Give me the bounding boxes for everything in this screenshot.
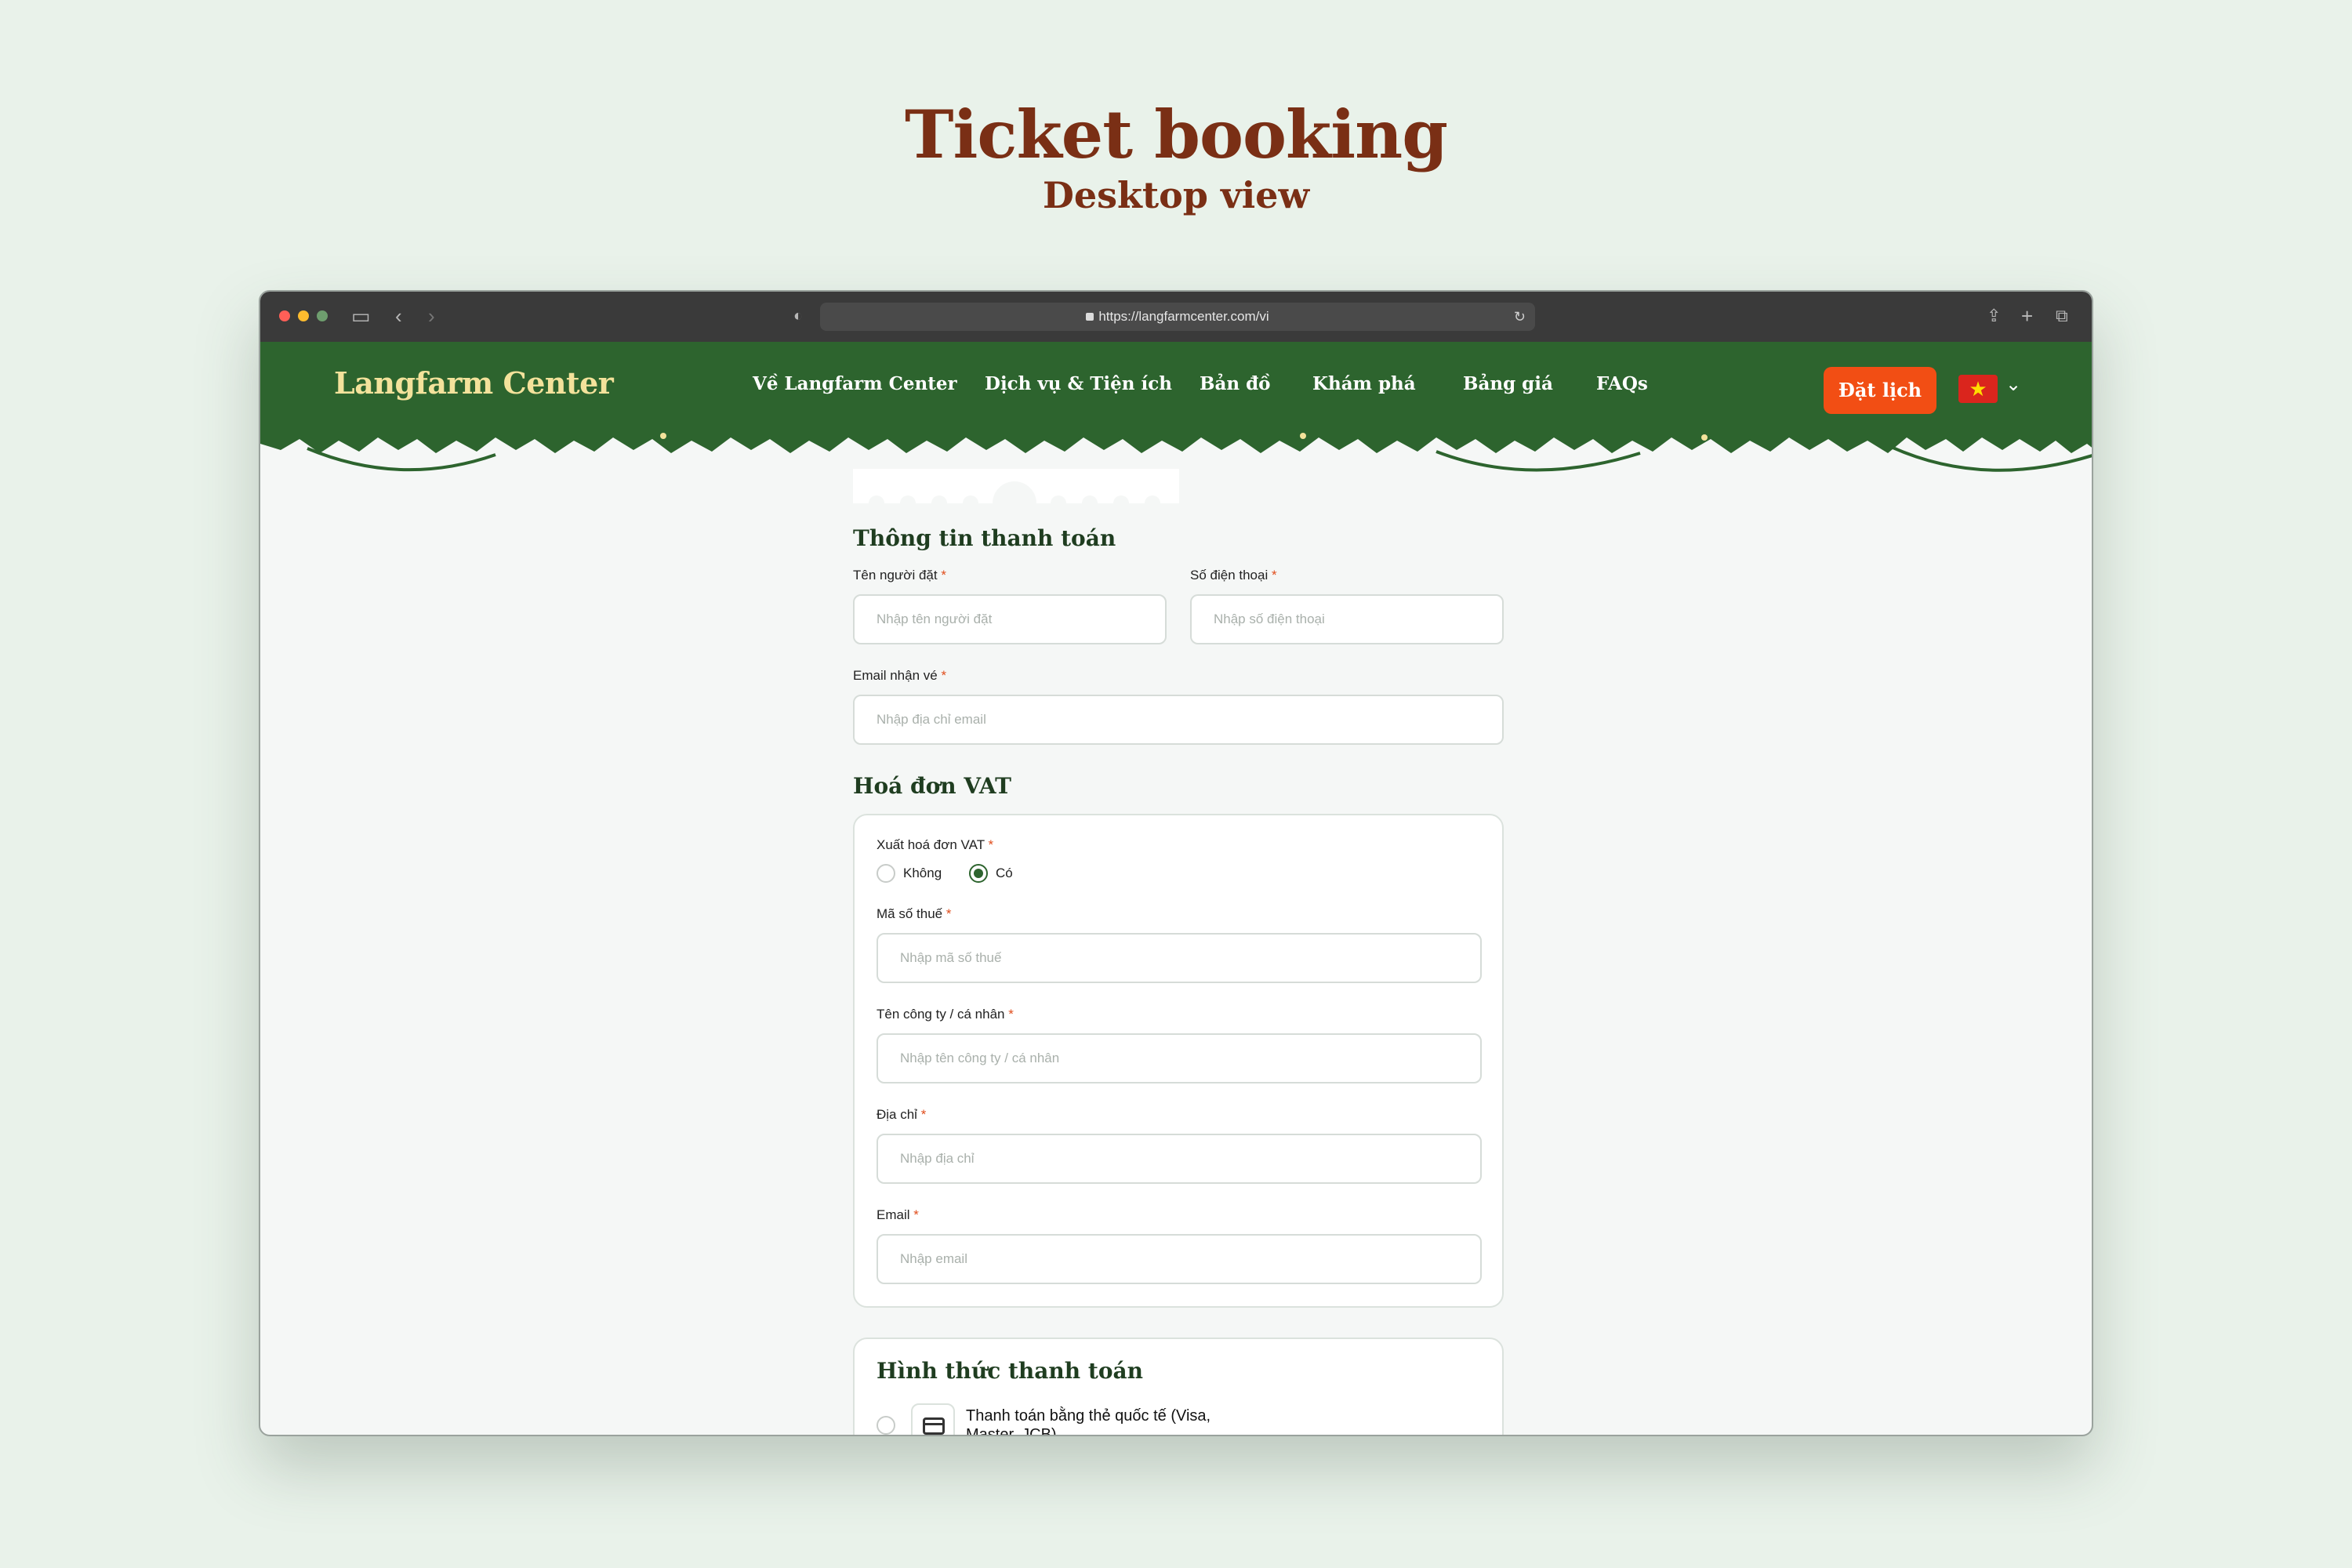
vat-card: Xuất hoá đơn VAT * Không Có Mã số thuế *… [853,814,1504,1308]
vat-email-label: Email * [877,1207,919,1222]
payment-method-card: Hình thức thanh toán Thanh toán bằng thẻ… [853,1338,1504,1435]
nav-about[interactable]: Về Langfarm Center [753,373,957,394]
lock-icon [1086,313,1094,321]
ticket-card-stub [853,469,1179,503]
browser-toolbar: ▭ ‹ › ◐ https://langfarmcenter.com/vi ↻ … [260,292,2092,342]
url-bar[interactable]: https://langfarmcenter.com/vi ↻ [820,303,1535,331]
url-text: https://langfarmcenter.com/vi [1098,309,1269,324]
company-input[interactable]: Nhập tên công ty / cá nhân [877,1033,1482,1083]
company-label: Tên công ty / cá nhân * [877,1007,1014,1022]
credit-card-icon [911,1403,955,1435]
address-input[interactable]: Nhập địa chỉ [877,1134,1482,1184]
tax-code-label: Mã số thuế * [877,906,952,921]
page-title: Ticket booking [905,96,1448,173]
booker-name-label: Tên người đặt * [853,568,946,583]
payment-info-title: Thông tin thanh toán [853,525,1116,551]
maximize-window-button[interactable] [317,310,328,321]
vat-no-label[interactable]: Không [903,866,942,881]
vat-title: Hoá đơn VAT [853,773,1011,799]
book-button[interactable]: Đặt lịch [1824,367,1936,414]
nav-map[interactable]: Bản đồ [1200,373,1271,394]
payment-method-title: Hình thức thanh toán [877,1358,1144,1384]
card-payment-radio[interactable] [877,1416,895,1435]
reload-icon[interactable]: ↻ [1514,303,1526,331]
vietnam-flag-icon[interactable]: ★ [1958,375,1998,403]
close-window-button[interactable] [279,310,290,321]
site-header: Langfarm Center Về Langfarm Center Dịch … [260,342,2092,436]
vat-issue-label: Xuất hoá đơn VAT * [877,837,994,852]
browser-window: ▭ ‹ › ◐ https://langfarmcenter.com/vi ↻ … [259,290,2093,1436]
site-logo[interactable]: Langfarm Center [334,365,614,401]
nav-faqs[interactable]: FAQs [1596,373,1648,394]
forward-icon[interactable]: › [428,304,435,328]
tabs-overview-icon[interactable]: ⧉ [2056,304,2068,328]
sidebar-toggle-icon[interactable]: ▭ [351,304,371,328]
nav-pricing[interactable]: Bảng giá [1463,373,1553,394]
back-icon[interactable]: ‹ [395,304,402,328]
vat-email-input[interactable]: Nhập email [877,1234,1482,1284]
tax-code-input[interactable]: Nhập mã số thuế [877,933,1482,983]
phone-input[interactable]: Nhập số điện thoại [1190,594,1504,644]
ticket-email-label: Email nhận vé * [853,668,947,683]
chevron-down-icon[interactable]: ⌄ [2005,373,2021,396]
card-payment-label[interactable]: Thanh toán bằng thẻ quốc tế (Visa, Maste… [966,1406,1217,1435]
nav-services[interactable]: Dịch vụ & Tiện ích [985,373,1172,394]
nav-explore[interactable]: Khám phá [1312,373,1416,394]
new-tab-icon[interactable]: + [2021,304,2033,328]
booker-name-input[interactable]: Nhập tên người đặt [853,594,1167,644]
address-label: Địa chỉ * [877,1107,927,1122]
vat-yes-label[interactable]: Có [996,866,1013,881]
ticket-email-input[interactable]: Nhập địa chỉ email [853,695,1504,745]
privacy-shield-icon[interactable]: ◐ [793,304,803,328]
page-subtitle: Desktop view [1042,174,1310,216]
share-icon[interactable]: ⇪ [1987,304,2001,328]
phone-label: Số điện thoại * [1190,568,1277,583]
vat-yes-radio[interactable] [969,864,988,883]
vat-no-radio[interactable] [877,864,895,883]
minimize-window-button[interactable] [298,310,309,321]
